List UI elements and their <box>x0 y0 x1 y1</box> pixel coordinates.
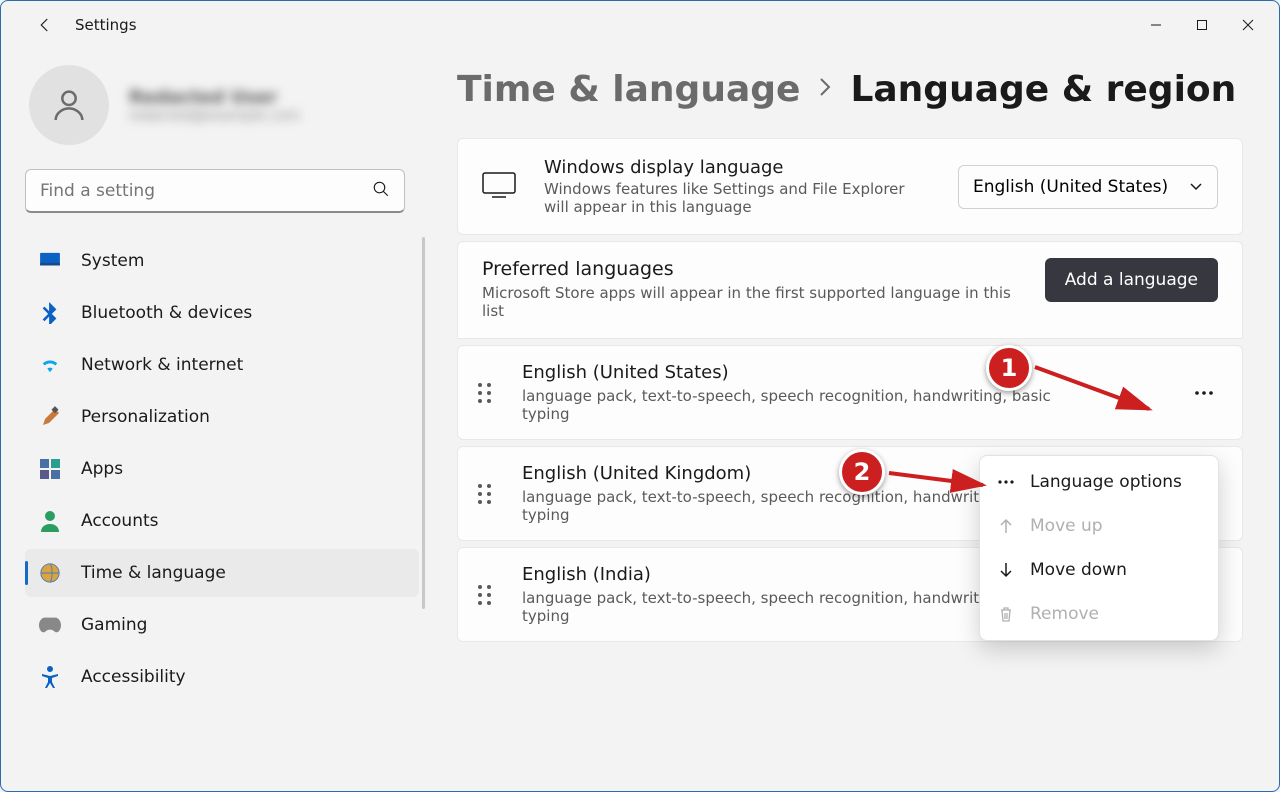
nav-label: Personalization <box>81 407 210 427</box>
language-context-menu: Language options Move up Move down Remov… <box>979 455 1219 641</box>
ctx-label: Move down <box>1030 560 1127 580</box>
nav-label: Time & language <box>81 563 226 583</box>
search-icon <box>372 180 390 202</box>
drag-handle-icon[interactable] <box>478 585 500 605</box>
arrow-down-icon <box>996 562 1016 578</box>
back-button[interactable] <box>25 5 65 45</box>
profile[interactable]: Redacted User redacted@example.com <box>29 65 421 145</box>
more-horizontal-icon <box>996 479 1016 485</box>
nav-system[interactable]: System <box>25 237 419 285</box>
preferred-languages-header: Preferred languages Microsoft Store apps… <box>457 241 1243 339</box>
titlebar: Settings <box>1 1 1279 49</box>
ctx-label: Language options <box>1030 472 1182 492</box>
annotation-badge-2: 2 <box>839 449 885 495</box>
brush-icon <box>39 406 61 428</box>
nav-label: Apps <box>81 459 123 479</box>
display-language-dropdown[interactable]: English (United States) <box>958 165 1218 209</box>
profile-text: Redacted User redacted@example.com <box>129 87 300 124</box>
drag-handle-icon[interactable] <box>478 484 500 504</box>
annotation-badge-1: 1 <box>986 345 1032 391</box>
maximize-button[interactable] <box>1179 9 1225 41</box>
nav-accounts[interactable]: Accounts <box>25 497 419 545</box>
preferred-title: Preferred languages <box>482 258 1022 280</box>
nav-gaming[interactable]: Gaming <box>25 601 419 649</box>
annotation-arrow-2 <box>885 467 995 497</box>
dropdown-value: English (United States) <box>973 177 1168 197</box>
more-options-button[interactable] <box>1184 373 1224 413</box>
main-content: Time & language Language & region Window… <box>421 49 1279 791</box>
chevron-right-icon <box>818 77 832 103</box>
breadcrumb-current: Language & region <box>850 69 1236 110</box>
close-button[interactable] <box>1225 9 1271 41</box>
nav-label: Network & internet <box>81 355 243 375</box>
ctx-label: Move up <box>1030 516 1103 536</box>
search-box[interactable] <box>25 169 405 213</box>
nav-apps[interactable]: Apps <box>25 445 419 493</box>
chevron-down-icon <box>1189 177 1203 197</box>
nav-accessibility[interactable]: Accessibility <box>25 653 419 701</box>
ctx-remove: Remove <box>980 592 1218 636</box>
nav-label: Accounts <box>81 511 159 531</box>
apps-icon <box>39 458 61 480</box>
breadcrumb-parent[interactable]: Time & language <box>457 69 800 110</box>
avatar <box>29 65 109 145</box>
breadcrumb: Time & language Language & region <box>457 69 1243 110</box>
add-language-button[interactable]: Add a language <box>1045 258 1218 302</box>
profile-email: redacted@example.com <box>129 108 300 124</box>
annotation-arrow-1 <box>1031 361 1161 417</box>
search-input[interactable] <box>40 181 372 201</box>
preferred-desc: Microsoft Store apps will appear in the … <box>482 284 1022 320</box>
profile-name: Redacted User <box>129 87 300 108</box>
nav-network[interactable]: Network & internet <box>25 341 419 389</box>
nav-time-language[interactable]: Time & language <box>25 549 419 597</box>
nav: System Bluetooth & devices Network & int… <box>25 237 419 701</box>
gamepad-icon <box>39 614 61 636</box>
window-controls <box>1133 9 1271 41</box>
ctx-language-options[interactable]: Language options <box>980 460 1218 504</box>
drag-handle-icon[interactable] <box>478 383 500 403</box>
accessibility-icon <box>39 666 61 688</box>
minimize-button[interactable] <box>1133 9 1179 41</box>
app-title: Settings <box>75 16 137 34</box>
ctx-move-down[interactable]: Move down <box>980 548 1218 592</box>
monitor-icon <box>482 172 516 202</box>
person-icon <box>39 510 61 532</box>
nav-label: Gaming <box>81 615 147 635</box>
nav-label: System <box>81 251 144 271</box>
display-language-card: Windows display language Windows feature… <box>457 138 1243 235</box>
nav-bluetooth[interactable]: Bluetooth & devices <box>25 289 419 337</box>
sidebar: Redacted User redacted@example.com Syste… <box>1 49 421 791</box>
ctx-move-up: Move up <box>980 504 1218 548</box>
bluetooth-icon <box>39 302 61 324</box>
nav-personalization[interactable]: Personalization <box>25 393 419 441</box>
display-language-title: Windows display language <box>544 157 930 178</box>
display-language-desc: Windows features like Settings and File … <box>544 180 930 216</box>
ctx-label: Remove <box>1030 604 1099 624</box>
monitor-icon <box>39 250 61 272</box>
arrow-up-icon <box>996 518 1016 534</box>
language-features: language pack, text-to-speech, speech re… <box>522 387 1082 423</box>
globe-clock-icon <box>39 562 61 584</box>
nav-label: Bluetooth & devices <box>81 303 252 323</box>
trash-icon <box>996 606 1016 622</box>
settings-window: Settings Redacted User redacted@example.… <box>0 0 1280 792</box>
nav-label: Accessibility <box>81 667 186 687</box>
wifi-icon <box>39 354 61 376</box>
